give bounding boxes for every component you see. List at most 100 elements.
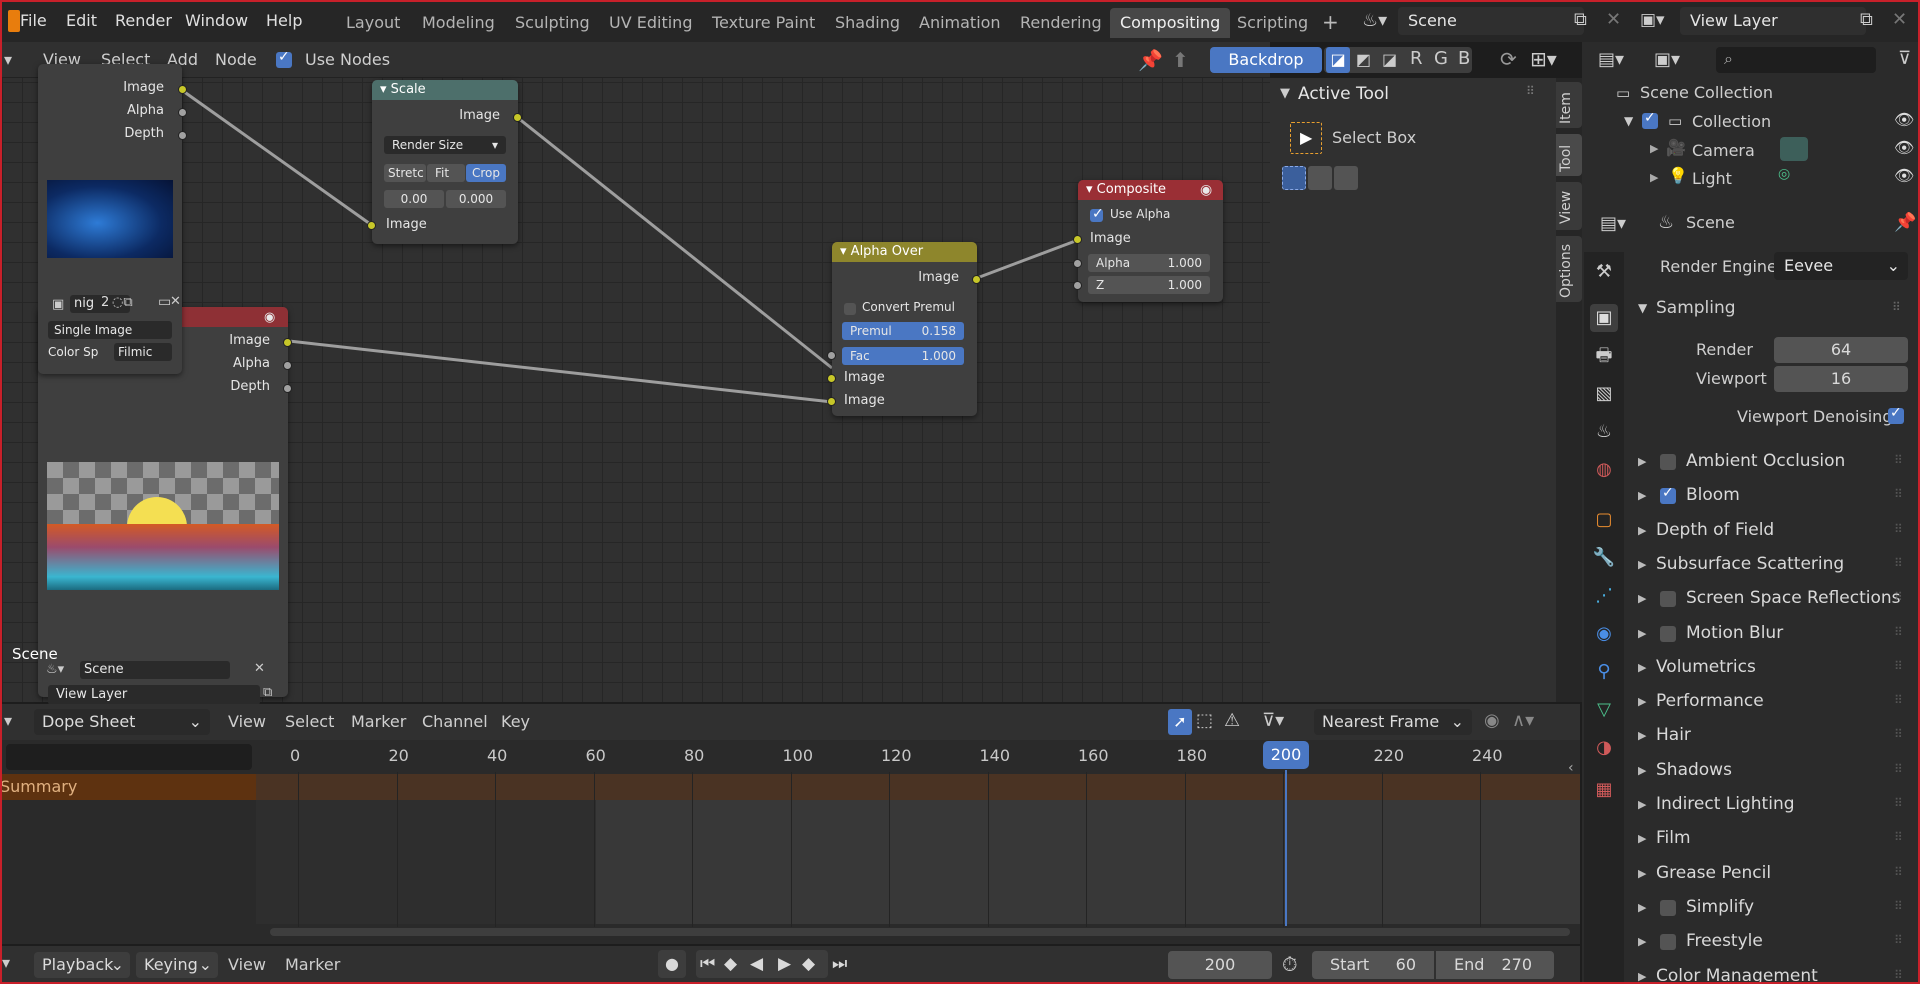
mode-subtract-icon[interactable] (1334, 166, 1358, 190)
panel-drag-icon[interactable]: ⠿ (1894, 762, 1903, 776)
channel-color-alpha-icon[interactable]: ◪ (1382, 50, 1397, 69)
rl-socket-image[interactable] (283, 338, 292, 347)
panel-expand-icon[interactable]: ▶ (1638, 970, 1646, 983)
tab-options[interactable]: Options (1556, 236, 1582, 302)
snap-mode-icon[interactable]: ⊞▾ (1530, 47, 1557, 71)
new-scene-icon[interactable]: ⧉ (1574, 9, 1587, 30)
physics-props-icon[interactable]: ◉ (1590, 620, 1618, 648)
color-space-dropdown[interactable]: Filmic (114, 343, 172, 361)
mode-new-icon[interactable] (1282, 166, 1306, 190)
panel-enable-checkbox[interactable] (1660, 625, 1676, 642)
panel-drag-icon[interactable]: ⠿ (1894, 933, 1903, 947)
channel-search-input[interactable] (6, 744, 252, 770)
rl-scene-icon[interactable]: ♨▾ (46, 662, 64, 677)
sampling-drag-icon[interactable]: ⠿ (1892, 300, 1901, 314)
texture-props-icon[interactable]: ▦ (1590, 776, 1618, 804)
light-data-icon[interactable]: ◎ (1778, 166, 1790, 182)
panel-expand-icon[interactable]: ▶ (1638, 524, 1646, 537)
sampling-panel-header[interactable]: Sampling (1656, 298, 1736, 318)
comp-socket-alpha[interactable] (1073, 259, 1082, 268)
panel-header[interactable]: Freestyle (1686, 931, 1763, 951)
next-keyframe-icon[interactable]: ◆ (802, 954, 815, 974)
panel-drag-icon[interactable]: ⠿ (1894, 590, 1903, 604)
composite-node[interactable]: ▾ Composite ◉ Use Alpha Image Alpha1.000… (1073, 180, 1223, 302)
ao-socket-in1[interactable] (827, 374, 836, 383)
channel-color-icon[interactable]: ◪ (1326, 47, 1350, 73)
drag-handle-icon[interactable]: ⠿ (1526, 84, 1535, 98)
rl-socket-alpha[interactable] (283, 361, 292, 370)
falloff-icon[interactable]: ∧▾ (1512, 710, 1534, 731)
collection-label[interactable]: Collection (1692, 112, 1771, 131)
comp-socket-image[interactable] (1073, 235, 1082, 244)
panel-expand-icon[interactable]: ▶ (1638, 455, 1646, 468)
render-props-icon[interactable]: ▣ (1590, 304, 1618, 332)
alpha-over-header[interactable]: ▾ Alpha Over (832, 242, 977, 262)
scale-header[interactable]: ▾ Scale (372, 80, 518, 100)
world-props-icon[interactable]: ◍ (1590, 456, 1618, 484)
panel-expand-icon[interactable]: ▶ (1638, 558, 1646, 571)
img-socket-image[interactable] (178, 85, 187, 94)
ao-socket-out[interactable] (972, 275, 981, 284)
camera-expand-icon[interactable]: ▶ (1650, 142, 1658, 155)
panel-drag-icon[interactable]: ⠿ (1894, 659, 1903, 673)
new-view-layer-icon[interactable]: ⧉ (1860, 9, 1873, 30)
view-layer-props-icon[interactable]: ▧ (1590, 380, 1618, 408)
render-engine-dropdown[interactable]: Eevee ⌄ (1774, 252, 1908, 280)
mode-extend-icon[interactable] (1308, 166, 1332, 190)
panel-enable-checkbox[interactable] (1660, 591, 1676, 608)
panel-drag-icon[interactable]: ⠿ (1894, 727, 1903, 741)
playhead-line[interactable] (1285, 770, 1287, 926)
dope-menu-marker[interactable]: Marker (351, 712, 406, 731)
dope-menu-channel[interactable]: Channel (422, 712, 488, 731)
rl-scene-clear-icon[interactable]: ✕ (254, 661, 265, 676)
panel-header[interactable]: Ambient Occlusion (1686, 451, 1845, 471)
scene-selector-icon[interactable]: ♨▾ (1362, 10, 1387, 31)
scale-offset-y[interactable]: 0.000 (446, 190, 506, 208)
panel-expand-icon[interactable]: ▶ (1638, 627, 1646, 640)
panel-expand-icon[interactable]: ▶ (1638, 832, 1646, 845)
play-icon[interactable]: ▶ (778, 954, 791, 974)
panel-drag-icon[interactable]: ⠿ (1894, 556, 1903, 570)
keying-menu[interactable]: Keying ⌄ (136, 952, 218, 978)
panel-expand-icon[interactable]: ▶ (1638, 798, 1646, 811)
show-hidden-icon[interactable]: ⬚ (1196, 710, 1213, 731)
proportional-icon[interactable]: ◉ (1484, 710, 1500, 731)
panel-header[interactable]: Screen Space Reflections (1686, 588, 1901, 608)
viewport-denoising-checkbox[interactable] (1888, 405, 1904, 424)
comp-z-field[interactable]: Z 1.000 (1088, 276, 1210, 294)
panel-header[interactable]: Color Management (1656, 966, 1818, 983)
rl-scene-field[interactable]: Scene (80, 661, 230, 679)
playback-menu[interactable]: Playback ⌄ (34, 952, 130, 978)
dope-menu-select[interactable]: Select (285, 712, 334, 731)
panel-header[interactable]: Subsurface Scattering (1656, 554, 1844, 574)
snap-dropdown[interactable]: Nearest Frame ⌄ (1314, 709, 1472, 735)
premul-slider[interactable]: Premul 0.158 (842, 322, 964, 340)
add-workspace-icon[interactable]: + (1322, 10, 1339, 34)
panel-expand-icon[interactable]: ▶ (1638, 661, 1646, 674)
timeline-menu-marker[interactable]: Marker (285, 955, 340, 974)
show-errors-icon[interactable]: ⚠ (1224, 710, 1240, 731)
delete-scene-icon[interactable]: ✕ (1606, 9, 1621, 30)
timeline-editor-icon[interactable]: ▾ (2, 953, 10, 972)
modifier-props-icon[interactable]: 🔧 (1590, 544, 1618, 572)
dope-menu-key[interactable]: Key (501, 712, 530, 731)
comp-socket-z[interactable] (1073, 281, 1082, 290)
scene-collection-label[interactable]: Scene Collection (1640, 83, 1773, 102)
light-expand-icon[interactable]: ▶ (1650, 171, 1658, 184)
panel-expand-icon[interactable]: ▶ (1638, 729, 1646, 742)
channel-g[interactable]: G (1434, 48, 1448, 69)
convert-premul-checkbox[interactable] (844, 303, 856, 315)
panel-header[interactable]: Simplify (1686, 897, 1754, 917)
scale-mode-fit[interactable]: Fit (427, 164, 465, 182)
panel-header[interactable]: Bloom (1686, 485, 1740, 505)
end-frame-field[interactable]: End 270 (1436, 951, 1554, 979)
render-samples-field[interactable]: 64 (1774, 337, 1908, 363)
ao-socket-in2[interactable] (827, 397, 836, 406)
prev-keyframe-icon[interactable]: ◆ (724, 954, 737, 974)
panel-header[interactable]: Shadows (1656, 760, 1732, 780)
image-node[interactable]: Image Alpha Depth ▣ nig 2 ◌⧉ ▭ ✕ Single … (38, 64, 187, 374)
panel-enable-checkbox[interactable] (1660, 454, 1676, 470)
scale-node[interactable]: ▾ Scale Image Render Size ▾ Stretc Fit Cr… (367, 80, 522, 244)
channel-r[interactable]: R (1410, 48, 1423, 69)
scale-space-dropdown[interactable]: Render Size ▾ (384, 136, 506, 154)
